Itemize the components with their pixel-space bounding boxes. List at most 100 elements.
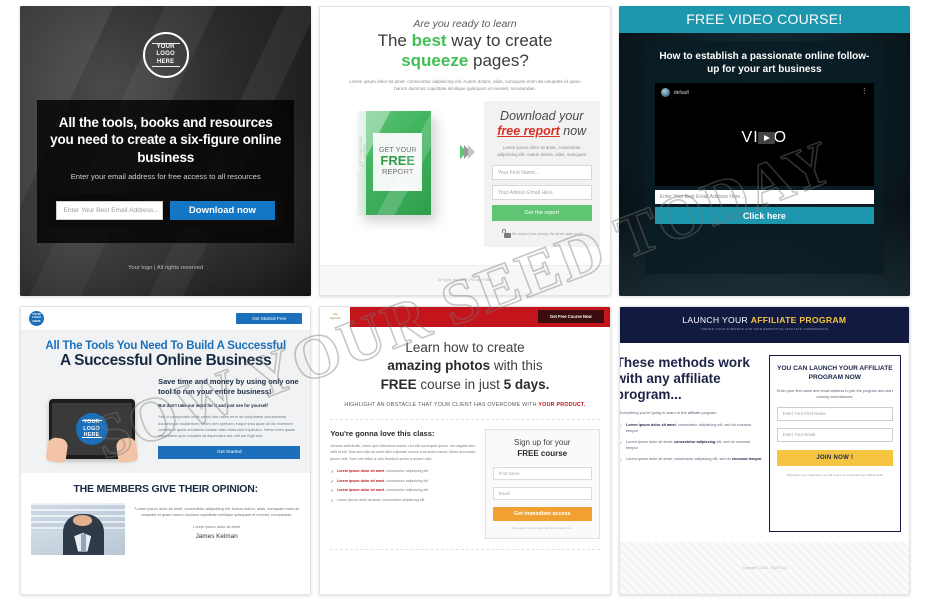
headline-bold-5-days: 5 days. — [503, 376, 550, 392]
join-now-button[interactable]: JOIN NOW ! — [776, 449, 893, 466]
hero-headline: All the tools, books and resources you n… — [50, 115, 282, 165]
form-title: Sign up for your FREE course — [493, 438, 592, 460]
arrow-column — [454, 99, 484, 159]
template-card-dark-six-figure-hero[interactable]: YOUR LOGO HERE All the tools, books and … — [20, 6, 312, 296]
headline-line-3-mid: course in just — [416, 376, 504, 392]
footer-text: All rights reserved | Privacy Policy — [437, 278, 493, 282]
template-card-free-video-course[interactable]: FREE VIDEO COURSE! How to establish a pa… — [618, 6, 910, 296]
chevron-right-icon — [460, 144, 476, 159]
play-button-icon[interactable] — [757, 131, 775, 144]
privacy-text: We respect your privacy. We will not spa… — [512, 525, 573, 530]
registration-note: Right after your registration you will r… — [786, 472, 883, 477]
list-item: ✓ Lorem ipsum dolor sit amet, consectetu… — [620, 457, 763, 463]
list-item-rest: , consectetur adipisicing elit. — [380, 497, 426, 502]
tablet-mockup-column: YOUR LOGO HERE — [31, 377, 152, 463]
headline-part-3: way to create — [446, 31, 553, 50]
optin-title-part-3: now — [559, 123, 587, 138]
email-input[interactable]: Enter Your Best Email Address... — [56, 200, 164, 220]
list-item-rest: , consectetur adipisicing elit. — [384, 478, 430, 483]
tablet-screen: YOUR LOGO HERE — [51, 402, 132, 455]
get-started-free-button[interactable]: Get Started Free — [236, 312, 303, 324]
navbar: Your logo here Get Free Course Now — [320, 306, 610, 327]
testimonial-quote: "Lorem ipsum dolor sit amet, consectetur… — [133, 505, 300, 518]
email-input[interactable]: Enter Your Email — [776, 427, 893, 442]
template-card-affiliate-program[interactable]: LAUNCH YOUR AFFILIATE PROGRAM CREATE YOU… — [618, 305, 910, 595]
headline: How to establish a passionate online fol… — [659, 51, 870, 75]
video-player[interactable]: default ⋮ VI O — [654, 83, 874, 186]
list-item-rest: , consectetur adipisicing elit. — [384, 488, 430, 493]
subheadline-highlight: YOUR PRODUCT. — [538, 402, 586, 409]
hero-headline-block: Learn how to create amazing photos with … — [320, 327, 609, 395]
product-image-column: GET YOUR FREE REPORT GET YOUR FREE REPOR… — [330, 99, 454, 215]
form-subtitle: Enter your first name and email address … — [776, 388, 893, 399]
benefits-list: ✓ Lorem ipsum dolor sit amet, consectetu… — [620, 423, 763, 463]
list-item-bold: Lorem ipsum dolor sit amet — [337, 468, 385, 473]
check-icon: ✓ — [619, 423, 624, 429]
testimonial-photo — [31, 502, 126, 555]
video-placeholder-word: VI O — [655, 129, 874, 147]
testimonial-subtext: Lorem ipsum dolor sit amet — [193, 524, 241, 530]
headline-main: A Successful Online Business — [60, 351, 272, 369]
signup-form-panel: Sign up for your FREE course First name … — [484, 429, 600, 539]
headline-part-1: The — [377, 31, 412, 50]
headline-line-2-rest: with this — [490, 358, 543, 374]
template-card-red-photo-course[interactable]: Your logo here Get Free Course Now Learn… — [319, 305, 611, 595]
avatar — [660, 88, 670, 97]
optin-title: Download your free report now — [492, 109, 592, 139]
email-input[interactable]: Enter Your Best Email Address Here ... — [654, 190, 874, 204]
form-title: YOU CAN LAUNCH YOUR AFFILIATE PROGRAM NO… — [777, 364, 893, 382]
form-title-line-1: Sign up for your — [513, 438, 571, 448]
headline-part-5: pages? — [468, 51, 529, 71]
benefits-body: Aenean sollicitudin, lorem quis bibendum… — [330, 444, 476, 461]
headline-highlight-squeeze: squeeze — [401, 51, 469, 71]
logo-line-1: YOUR — [156, 44, 175, 51]
navbar: YOUR LOGO HERE Get Started Free — [21, 306, 311, 331]
nav-title: LAUNCH YOUR AFFILIATE PROGRAM — [620, 315, 909, 325]
check-icon: ✓ — [330, 497, 335, 503]
hero-subheadline: Enter your email address for free access… — [70, 171, 261, 181]
template-card-blue-all-the-tools[interactable]: YOUR LOGO HERE Get Started Free All The … — [20, 305, 312, 595]
first-name-input[interactable]: First name — [492, 466, 592, 480]
list-item-rest: , consectetur adipisicing elit. — [384, 468, 430, 473]
email-input[interactable]: Email — [492, 486, 592, 500]
check-icon: ✓ — [330, 478, 335, 484]
logo-line-3: HERE — [83, 431, 100, 438]
list-item: ✓ Lorem ipsum dolor sit amet, consectetu… — [330, 498, 475, 504]
subheadline-text: HIGHLIGHT AN OBSTACLE THAT YOUR CLIENT H… — [344, 402, 539, 409]
list-item: ✓ Lorem ipsum dolor sit amet, consectetu… — [620, 440, 763, 452]
get-the-report-button[interactable]: Get the report — [491, 205, 592, 222]
download-now-button[interactable]: Download now — [170, 200, 275, 220]
logo-line-3: HERE — [32, 318, 41, 323]
click-here-button[interactable]: Click here — [654, 207, 874, 224]
get-immediate-access-button[interactable]: Get immediate access — [492, 506, 592, 521]
headline-line-3: FREE course in just 5 days. — [332, 376, 597, 395]
list-item: ✓ Lorem ipsum dolor sit amet, consectetu… — [330, 469, 475, 475]
brand-logo[interactable]: YOUR LOGO HERE — [29, 310, 44, 326]
kicker-text: Are you ready to learn — [413, 18, 517, 30]
list-item-pre: Lorem ipsum dolor sit amet, — [626, 439, 674, 444]
video-word-part-2: O — [773, 129, 788, 146]
headline-lorem-paragraph: Lorem ipsum dolor sit amet, consectetur … — [349, 78, 581, 92]
optin-title-highlight: free report — [497, 123, 560, 138]
headline-eyebrow: All The Tools You Need To Build A Succes… — [45, 339, 286, 352]
video-word-part-1: VI — [741, 129, 759, 146]
first-name-input[interactable]: Your First Name... — [491, 165, 592, 181]
list-item: ✓ Lorem ipsum dolor sit amet, consectetu… — [330, 488, 475, 494]
book-glare — [357, 110, 432, 215]
get-started-button[interactable]: Get Started — [158, 445, 301, 459]
benefits-list: ✓ Lorem ipsum dolor sit amet, consectetu… — [330, 469, 475, 504]
list-item-bold: Lorem ipsum dolor sit amet — [337, 497, 381, 502]
testimonial-quote-block: "Lorem ipsum dolor sit amet, consectetur… — [133, 503, 300, 555]
optin-form: Enter Your Best Email Address... Downloa… — [49, 193, 282, 227]
brand-logo[interactable]: Your logo here — [320, 306, 351, 327]
first-name-input[interactable]: Enter Your First Name — [776, 406, 893, 421]
logo-line-3: HERE — [156, 58, 175, 65]
headline: These methods work with any affiliate pr… — [618, 354, 750, 403]
template-card-squeeze-free-report[interactable]: Are you ready to learn The best way to c… — [319, 6, 611, 296]
hero-subheadline: HIGHLIGHT AN OBSTACLE THAT YOUR CLIENT H… — [336, 401, 593, 410]
email-input[interactable]: Your Adress Email Here — [491, 185, 592, 201]
headline-highlight-best: best — [411, 31, 447, 50]
kebab-menu-icon[interactable]: ⋮ — [861, 88, 868, 95]
get-free-course-now-button[interactable]: Get Free Course Now — [538, 310, 604, 323]
testimonials-section: THE MEMBERS GIVE THEIR OPINION: "Lorem i… — [21, 472, 311, 594]
